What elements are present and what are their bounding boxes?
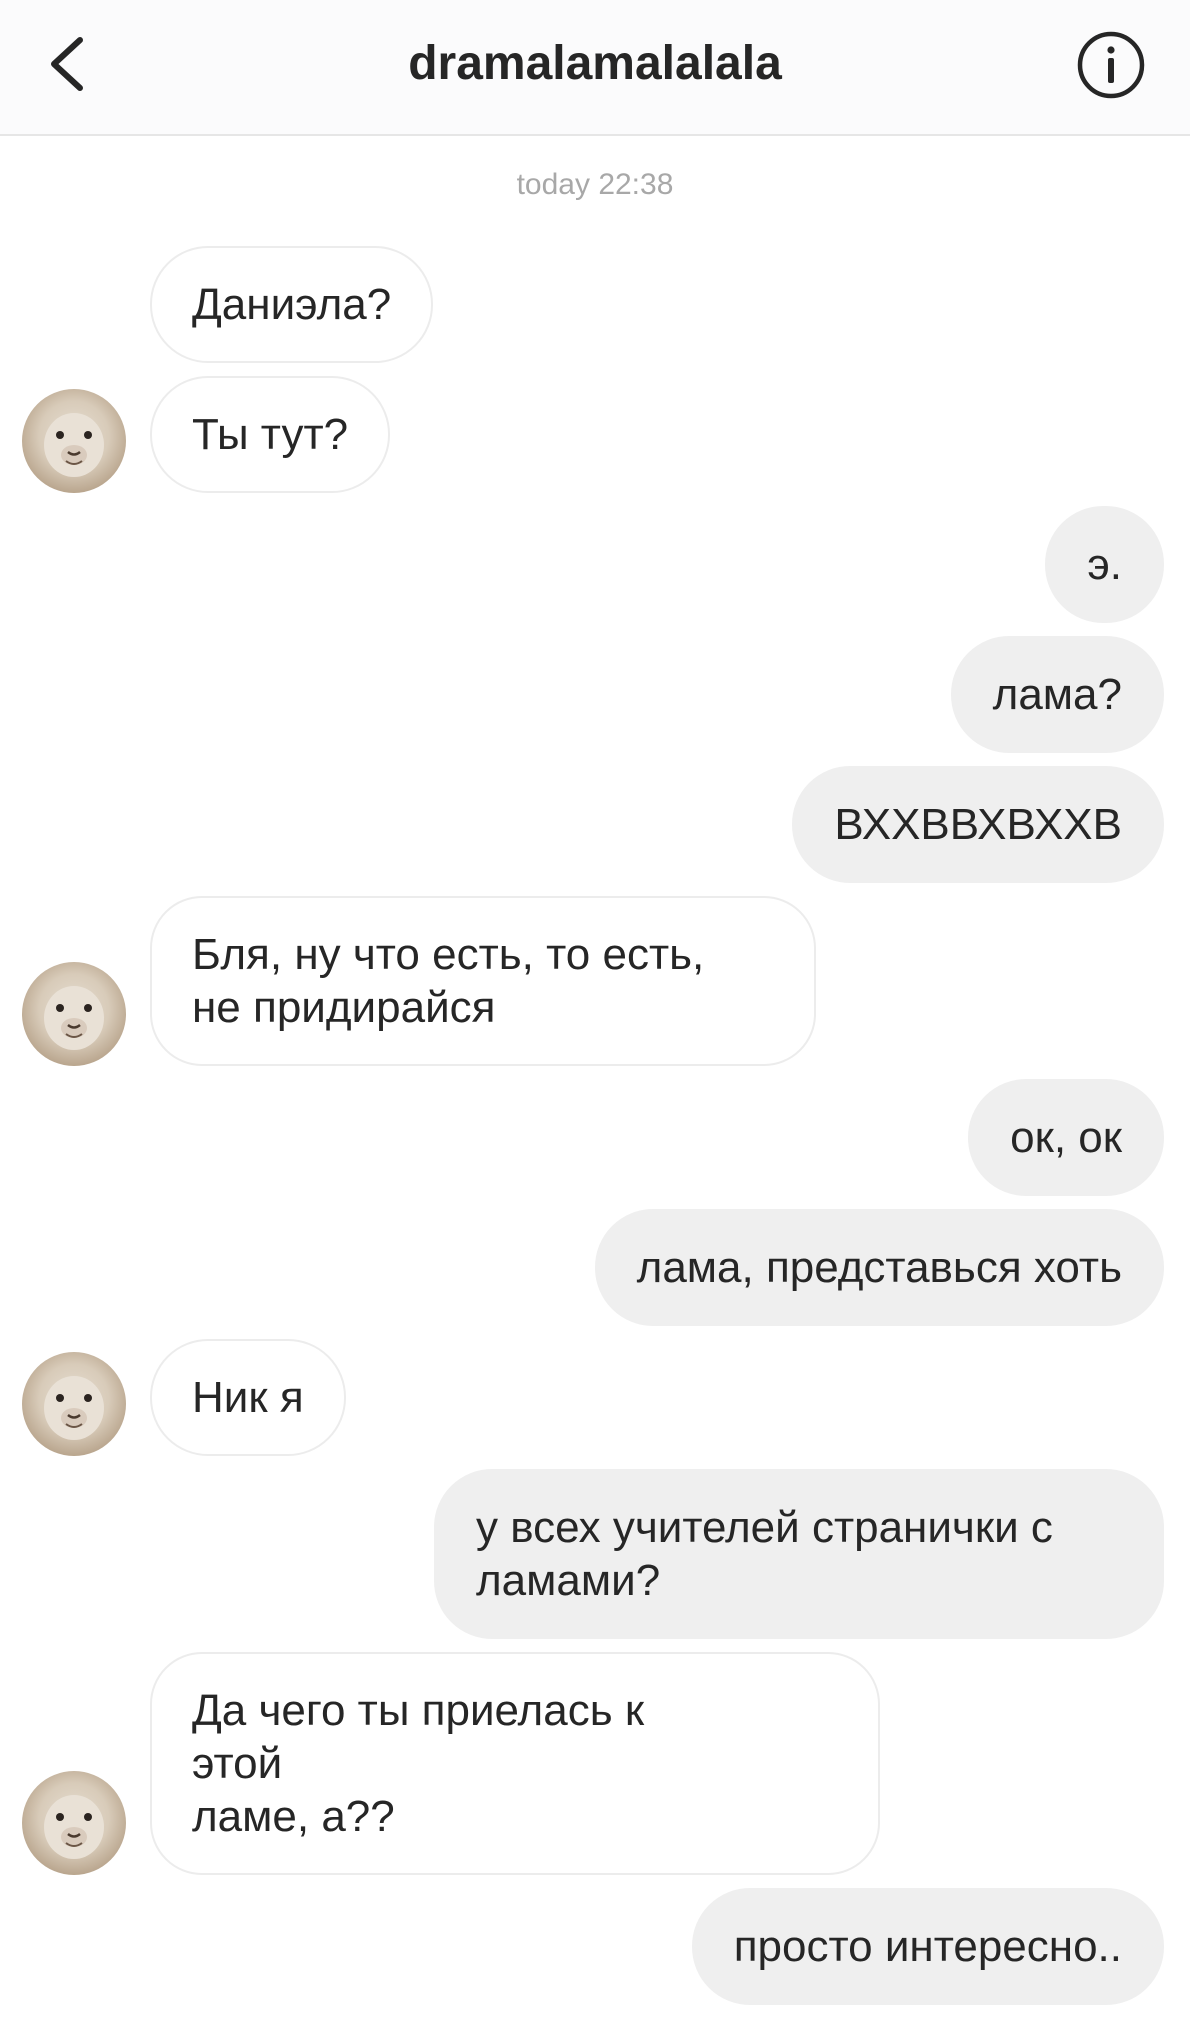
message-row: лама, представься хоть xyxy=(0,1209,1190,1326)
info-icon xyxy=(1077,31,1145,99)
message-row: просто интересно.. xyxy=(0,1888,1190,2005)
sender-avatar[interactable] xyxy=(22,389,126,493)
message-row: Ты тут? xyxy=(0,376,1190,493)
message-row: э. xyxy=(0,506,1190,623)
incoming-message-bubble[interactable]: Ты тут? xyxy=(150,376,391,493)
message-row: Да чего ты приелась к этой ламе, а?? xyxy=(0,1652,1190,1875)
message-row: Бля, ну что есть, то есть, не придирайся xyxy=(0,896,1190,1066)
incoming-message-bubble[interactable]: Бля, ну что есть, то есть, не придирайся xyxy=(150,896,817,1066)
message-row: ВХХВВХВХХВ xyxy=(0,766,1190,883)
outgoing-message-bubble[interactable]: ок, ок xyxy=(968,1079,1164,1196)
message-thread: Даниэла? Ты тут? э. лама? ВХХВВХВХХВ Бля… xyxy=(0,246,1190,2018)
incoming-message-bubble[interactable]: Ник я xyxy=(150,1339,346,1456)
message-row: Даниэла? xyxy=(0,246,1190,363)
llama-avatar-icon xyxy=(44,986,104,1050)
message-row: ок, ок xyxy=(0,1079,1190,1196)
info-button[interactable] xyxy=(1076,30,1146,100)
outgoing-message-bubble[interactable]: лама? xyxy=(950,636,1164,753)
outgoing-message-bubble[interactable]: у всех учителей странички с ламами? xyxy=(434,1469,1164,1639)
llama-avatar-icon xyxy=(44,413,104,477)
outgoing-message-bubble[interactable]: лама, представься хоть xyxy=(594,1209,1164,1326)
llama-avatar-icon xyxy=(44,1376,104,1440)
outgoing-message-bubble[interactable]: ВХХВВХВХХВ xyxy=(792,766,1164,883)
outgoing-message-bubble[interactable]: просто интересно.. xyxy=(691,1888,1164,2005)
sender-avatar[interactable] xyxy=(22,1771,126,1875)
chat-header: dramalamalalala xyxy=(0,0,1190,136)
message-timestamp: today 22:38 xyxy=(516,168,674,201)
conversation-title[interactable]: dramalamalalala xyxy=(0,36,1190,91)
outgoing-message-bubble[interactable]: э. xyxy=(1045,506,1164,623)
sender-avatar[interactable] xyxy=(22,962,126,1066)
llama-avatar-icon xyxy=(44,1795,104,1859)
message-row: Ник я xyxy=(0,1339,1190,1456)
incoming-message-bubble[interactable]: Да чего ты приелась к этой ламе, а?? xyxy=(150,1652,880,1875)
message-row: у всех учителей странички с ламами? xyxy=(0,1469,1190,1639)
message-row: лама? xyxy=(0,636,1190,753)
sender-avatar[interactable] xyxy=(22,1352,126,1456)
incoming-message-bubble[interactable]: Даниэла? xyxy=(150,246,434,363)
